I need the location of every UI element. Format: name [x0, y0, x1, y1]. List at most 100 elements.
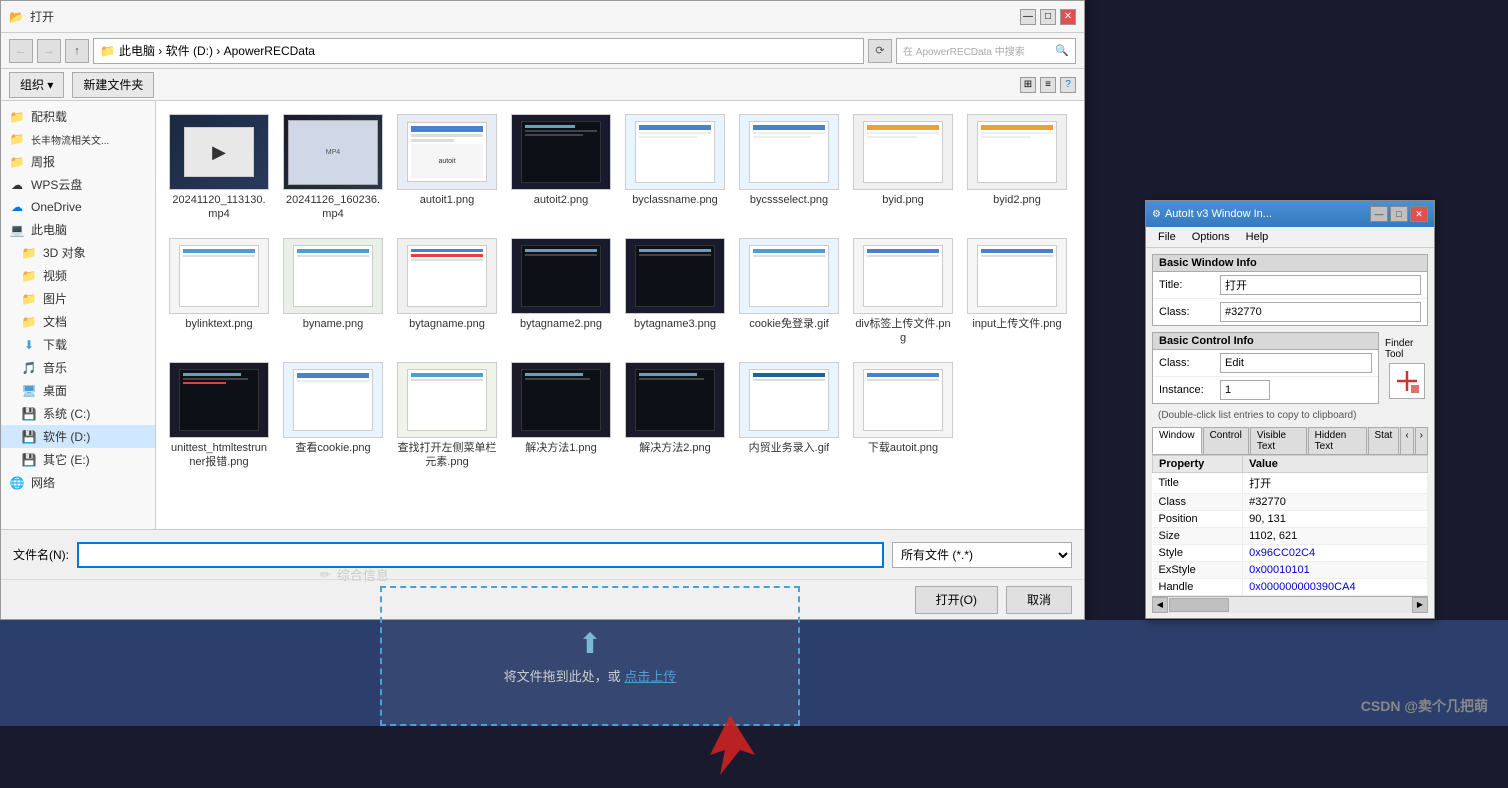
file-item[interactable]: 内贸业务录入.gif [734, 357, 844, 477]
filename-input[interactable] [77, 542, 884, 568]
sidebar-item-drive-c[interactable]: 💾 系统 (C:) [1, 402, 155, 425]
sidebar-item-drive-e[interactable]: 💾 其它 (E:) [1, 448, 155, 471]
tab-hidden-text[interactable]: Hidden Text [1308, 427, 1367, 454]
scroll-right-button[interactable]: ▶ [1412, 597, 1428, 613]
table-row[interactable]: Size 1102, 621 [1153, 528, 1428, 545]
edit-icon: ✏ [320, 567, 331, 583]
file-name: autoit1.png [420, 193, 474, 207]
open-button[interactable]: 打开(O) [915, 586, 998, 614]
sidebar-item-onedrive[interactable]: ☁ OneDrive [1, 196, 155, 218]
sidebar-item-thispc[interactable]: 💻 此电脑 [1, 218, 155, 241]
property-cell: Position [1153, 511, 1243, 528]
instance-input[interactable] [1220, 380, 1270, 400]
forward-button[interactable]: → [37, 39, 61, 63]
table-row[interactable]: Handle 0x000000000390CA4 [1153, 579, 1428, 596]
value-cell: 90, 131 [1243, 511, 1428, 528]
file-item[interactable]: autoit2.png [506, 109, 616, 229]
file-thumbnail [511, 114, 611, 190]
table-row[interactable]: ExStyle 0x00010101 [1153, 562, 1428, 579]
file-item[interactable]: bycssselect.png [734, 109, 844, 229]
autoit-minimize-button[interactable]: — [1370, 206, 1388, 222]
file-item[interactable]: unittest_htmltestrunner报错.png [164, 357, 274, 477]
table-row[interactable]: Style 0x96CC02C4 [1153, 545, 1428, 562]
view-list[interactable]: ≡ [1040, 77, 1056, 93]
file-item[interactable]: input上传文件.png [962, 233, 1072, 353]
minimize-button[interactable]: — [1020, 9, 1036, 25]
close-button[interactable]: ✕ [1060, 9, 1076, 25]
value-cell: 0x96CC02C4 [1243, 545, 1428, 562]
sidebar-item-downloads[interactable]: ⬇ 下载 [1, 333, 155, 356]
menu-help[interactable]: Help [1238, 229, 1277, 245]
refresh-button[interactable]: ⟳ [868, 39, 892, 63]
file-item[interactable]: byname.png [278, 233, 388, 353]
sidebar-item-peijizai[interactable]: 📁 配积载 [1, 105, 155, 128]
breadcrumb-computer[interactable]: 📁 [100, 44, 115, 58]
help-button[interactable]: ? [1060, 77, 1076, 93]
tab-visible-text[interactable]: Visible Text [1250, 427, 1307, 454]
file-item[interactable]: byclassname.png [620, 109, 730, 229]
tab-control[interactable]: Control [1203, 427, 1249, 454]
table-row[interactable]: Class #32770 [1153, 494, 1428, 511]
organize-button[interactable]: 组织 ▾ [9, 72, 64, 98]
up-button[interactable]: ↑ [65, 39, 89, 63]
file-item[interactable]: 解决方法2.png [620, 357, 730, 477]
file-item[interactable]: 解决方法1.png [506, 357, 616, 477]
sidebar-item-music[interactable]: 🎵 音乐 [1, 356, 155, 379]
title-input[interactable] [1220, 275, 1421, 295]
menu-file[interactable]: File [1150, 229, 1184, 245]
file-item[interactable]: bytagname3.png [620, 233, 730, 353]
tab-arrow-left[interactable]: ‹ [1400, 427, 1413, 454]
file-item[interactable]: cookie免登录.gif [734, 233, 844, 353]
sidebar-item-drive-d[interactable]: 💾 软件 (D:) [1, 425, 155, 448]
filetype-select[interactable]: 所有文件 (*.*) [892, 542, 1072, 568]
sidebar-item-changfeng[interactable]: 📁 长丰物流相关文... [1, 128, 155, 150]
file-item[interactable]: bylinktext.png [164, 233, 274, 353]
class-input[interactable] [1220, 302, 1421, 322]
file-item[interactable]: ▶ 20241120_113130.mp4 [164, 109, 274, 229]
tab-arrow-right[interactable]: › [1415, 427, 1428, 454]
sidebar-item-wps[interactable]: ☁ WPS云盘 [1, 173, 155, 196]
tab-window[interactable]: Window [1152, 427, 1202, 454]
breadcrumb[interactable]: 📁 此电脑 › 软件 (D:) › ApowerRECData [93, 38, 864, 64]
file-item[interactable]: bytagname2.png [506, 233, 616, 353]
upload-link[interactable]: 点击上传 [624, 669, 676, 684]
file-item[interactable]: autoit autoit1.png [392, 109, 502, 229]
sidebar-item-docs[interactable]: 📁 文档 [1, 310, 155, 333]
file-thumbnail [283, 238, 383, 314]
sidebar-item-network[interactable]: 🌐 网络 [1, 471, 155, 494]
sidebar-item-3d[interactable]: 📁 3D 对象 [1, 241, 155, 264]
file-item[interactable]: bytagname.png [392, 233, 502, 353]
search-bar[interactable]: 在 ApowerRECData 中搜索 🔍 [896, 38, 1076, 64]
value-cell: #32770 [1243, 494, 1428, 511]
file-item[interactable]: byid.png [848, 109, 958, 229]
sidebar-item-video[interactable]: 📁 视频 [1, 264, 155, 287]
file-item[interactable]: 查找打开左侧菜单栏元素.png [392, 357, 502, 477]
cancel-button[interactable]: 取消 [1006, 586, 1072, 614]
table-row[interactable]: Position 90, 131 [1153, 511, 1428, 528]
scroll-thumb[interactable] [1169, 598, 1229, 612]
menu-options[interactable]: Options [1184, 229, 1238, 245]
scroll-track[interactable] [1168, 597, 1412, 613]
sidebar-item-desktop[interactable]: 🖥 桌面 [1, 379, 155, 402]
file-item[interactable]: byid2.png [962, 109, 1072, 229]
autoit-restore-button[interactable]: □ [1390, 206, 1408, 222]
autoit-close-button[interactable]: ✕ [1410, 206, 1428, 222]
control-class-input[interactable] [1220, 353, 1372, 373]
file-item[interactable]: MP4 20241126_160236.mp4 [278, 109, 388, 229]
file-item[interactable]: 下载autoit.png [848, 357, 958, 477]
finder-cross-icon [1393, 367, 1421, 395]
view-large-icon[interactable]: ⊞ [1020, 77, 1036, 93]
folder-icon: 📁 [21, 245, 37, 261]
new-folder-button[interactable]: 新建文件夹 [72, 72, 154, 98]
file-thumbnail [967, 238, 1067, 314]
maximize-button[interactable]: □ [1040, 9, 1056, 25]
file-item[interactable]: 查看cookie.png [278, 357, 388, 477]
sidebar-item-zhoudao[interactable]: 📁 周报 [1, 150, 155, 173]
finder-tool-button[interactable] [1389, 363, 1425, 399]
sidebar-item-pictures[interactable]: 📁 图片 [1, 287, 155, 310]
file-item[interactable]: div标签上传文件.png [848, 233, 958, 353]
tab-stat[interactable]: Stat [1368, 427, 1400, 454]
table-row[interactable]: Title 打开 [1153, 473, 1428, 494]
scroll-left-button[interactable]: ◀ [1152, 597, 1168, 613]
back-button[interactable]: ← [9, 39, 33, 63]
